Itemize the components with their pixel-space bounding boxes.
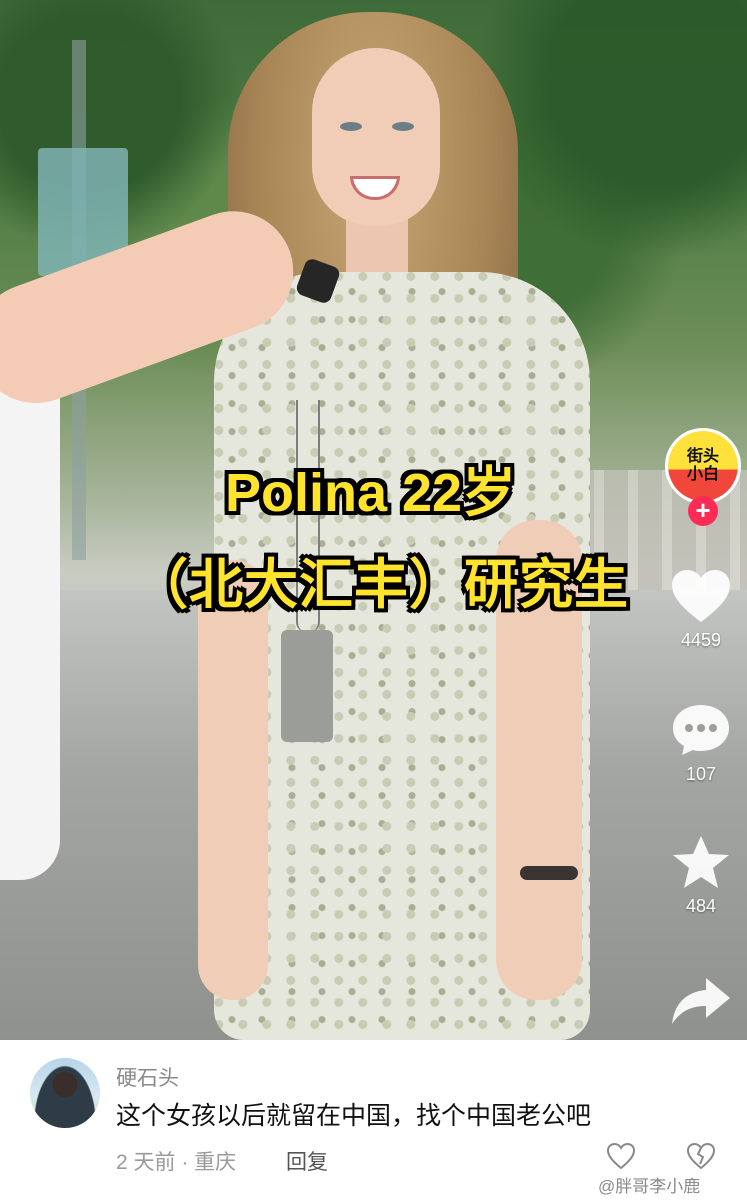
subject-face xyxy=(312,48,440,226)
comment-dislike-button[interactable] xyxy=(686,1142,716,1175)
account-avatar-text: 街头 小白 xyxy=(668,431,738,501)
caption-name-age: Polina 22岁 xyxy=(224,463,517,523)
watermark: @胖哥李小鹿 xyxy=(598,1177,701,1196)
share-icon xyxy=(672,978,730,1024)
comment-panel: 硬石头 这个女孩以后就留在中国，找个中国老公吧 2 天前 · 重庆 回复 @胖哥… xyxy=(0,1040,747,1200)
commenter-avatar[interactable] xyxy=(30,1058,100,1128)
broken-heart-icon xyxy=(686,1142,716,1170)
like-button[interactable]: 4459 xyxy=(655,568,747,651)
comment-count: 107 xyxy=(685,764,717,784)
favorite-button[interactable]: 484 xyxy=(655,834,747,917)
commenter-name[interactable]: 硬石头 xyxy=(116,1062,179,1092)
account-avatar[interactable]: 街头 小白 xyxy=(665,428,741,504)
eye-right xyxy=(392,122,414,131)
heart-outline-icon xyxy=(606,1142,636,1170)
comment-like-button[interactable] xyxy=(606,1142,636,1175)
reply-button[interactable]: 回复 xyxy=(286,1146,328,1176)
subject-mouth xyxy=(350,176,400,200)
subject-arm-left xyxy=(198,560,268,1000)
star-icon xyxy=(673,836,729,888)
comment-button[interactable]: 107 xyxy=(655,702,747,785)
follow-button[interactable]: + xyxy=(688,496,718,526)
comment-text: 这个女孩以后就留在中国，找个中国老公吧 xyxy=(116,1102,592,1130)
share-button[interactable] xyxy=(655,974,747,1032)
caption-school: （北大汇丰）研究生 xyxy=(134,555,629,615)
eye-left xyxy=(340,122,362,131)
comment-icon xyxy=(673,705,729,755)
like-count: 4459 xyxy=(680,630,722,650)
video-frame[interactable]: Polina 22岁 （北大汇丰）研究生 街头 小白 + 4459 107 48… xyxy=(0,0,747,1040)
comment-meta: 2 天前 · 重庆 xyxy=(116,1151,237,1174)
heart-icon xyxy=(672,570,730,622)
bracelet xyxy=(520,866,578,880)
id-badge xyxy=(281,630,333,742)
favorite-count: 484 xyxy=(685,896,717,916)
